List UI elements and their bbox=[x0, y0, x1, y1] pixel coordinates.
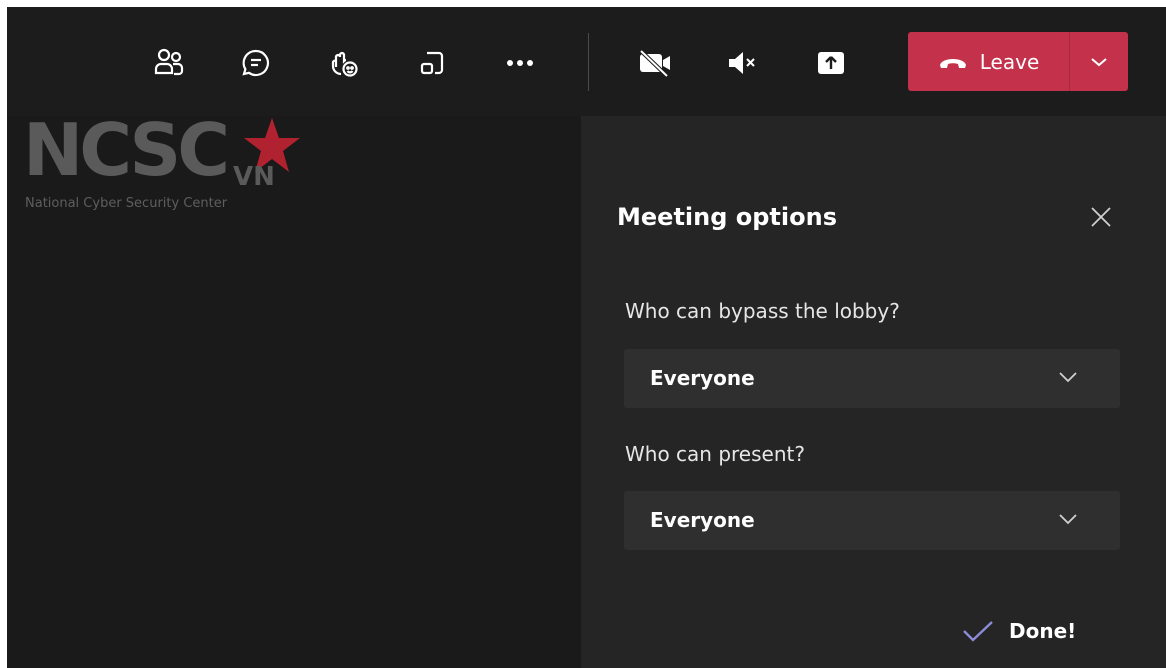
panel-title: Meeting options bbox=[617, 203, 837, 231]
checkmark-icon bbox=[963, 621, 993, 642]
bypass-lobby-label: Who can bypass the lobby? bbox=[625, 299, 900, 323]
close-icon bbox=[1091, 207, 1111, 227]
hang-up-icon bbox=[939, 58, 966, 68]
rooms-icon bbox=[420, 51, 444, 75]
chevron-down-icon bbox=[1059, 514, 1077, 525]
done-button[interactable]: Done! bbox=[961, 611, 1076, 651]
meeting-options-panel: Meeting options Who can bypass the lobby… bbox=[581, 116, 1166, 668]
reactions-button[interactable] bbox=[324, 43, 364, 83]
present-select[interactable]: Everyone bbox=[624, 491, 1120, 550]
done-label: Done! bbox=[1009, 619, 1077, 643]
leave-button[interactable]: Leave bbox=[908, 32, 1069, 91]
reactions-icon bbox=[331, 51, 358, 77]
leave-label: Leave bbox=[979, 49, 1040, 74]
camera-off-icon bbox=[639, 49, 670, 78]
leave-button-group: Leave bbox=[908, 32, 1128, 91]
meeting-toolbar: Leave bbox=[7, 7, 1166, 116]
close-button[interactable] bbox=[1086, 202, 1116, 232]
participants-icon bbox=[154, 48, 184, 76]
chevron-down-icon bbox=[1059, 372, 1077, 383]
video-stage: NCSC VN National Cyber Security Center bbox=[7, 108, 581, 668]
present-value: Everyone bbox=[650, 508, 755, 532]
present-label: Who can present? bbox=[625, 442, 805, 466]
bypass-lobby-select[interactable]: Everyone bbox=[624, 349, 1120, 408]
logo-suffix: VN bbox=[233, 162, 275, 192]
leave-options-button[interactable] bbox=[1070, 32, 1128, 91]
camera-toggle-button[interactable] bbox=[635, 43, 675, 83]
toolbar-divider bbox=[588, 33, 589, 91]
logo-letters: NCSC bbox=[23, 108, 230, 192]
chevron-down-icon bbox=[1091, 57, 1107, 66]
bypass-lobby-value: Everyone bbox=[650, 366, 755, 390]
participants-button[interactable] bbox=[149, 43, 189, 83]
share-icon bbox=[818, 52, 844, 74]
rooms-button[interactable] bbox=[412, 43, 452, 83]
mic-muted-icon bbox=[729, 52, 755, 74]
more-icon bbox=[507, 60, 533, 66]
chat-button[interactable] bbox=[236, 43, 276, 83]
more-actions-button[interactable] bbox=[500, 43, 540, 83]
meeting-window: Leave NCSC VN National Cyber Security Ce… bbox=[7, 7, 1166, 668]
mic-toggle-button[interactable] bbox=[722, 43, 762, 83]
logo-subtitle: National Cyber Security Center bbox=[25, 196, 228, 211]
share-button[interactable] bbox=[811, 43, 851, 83]
chat-icon bbox=[242, 49, 269, 77]
ncsc-watermark-logo: NCSC VN National Cyber Security Center bbox=[17, 108, 307, 226]
